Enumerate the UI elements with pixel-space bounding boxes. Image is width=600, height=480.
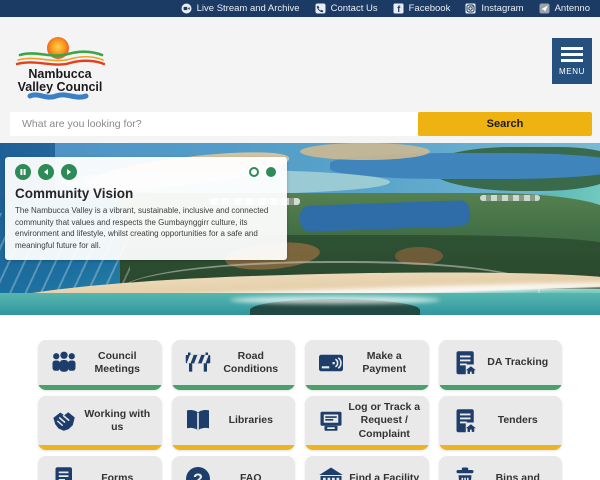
question-icon: [183, 464, 213, 480]
topbar-link[interactable]: Facebook: [393, 3, 451, 14]
quick-link-label: Tenders: [480, 414, 557, 427]
quick-link-tile[interactable]: Road Conditions: [172, 340, 296, 390]
topbar-link[interactable]: Instagram: [465, 3, 523, 14]
barrier-icon: [183, 348, 213, 378]
quick-link-label: DA Tracking: [480, 356, 557, 369]
form-icon: [49, 464, 79, 480]
topbar-link-label: Live Stream and Archive: [197, 3, 300, 14]
quick-link-label: Forms: [79, 472, 156, 480]
previous-slide-button[interactable]: [38, 164, 54, 180]
carousel-controls: [15, 164, 277, 180]
tile-accent-bar: [172, 445, 296, 450]
next-slide-button[interactable]: [61, 164, 77, 180]
book-icon: [183, 406, 213, 436]
tile-accent-bar: [38, 385, 162, 390]
quick-link-label: Bins and: [480, 472, 557, 480]
quick-link-tile[interactable]: Libraries: [172, 396, 296, 450]
logo-text-line2: Valley Council: [18, 80, 103, 94]
nambucca-valley-council-homepage: Live Stream and Archive Contact Us Faceboo…: [0, 0, 600, 480]
hero-overlay-panel: Community Vision The Nambucca Valley is …: [5, 157, 287, 260]
quick-link-label: Council Meetings: [79, 350, 156, 376]
menu-button-label: MENU: [559, 67, 585, 76]
doc-house-icon: [450, 406, 480, 436]
tile-accent-bar: [38, 445, 162, 450]
tile-accent-bar: [172, 385, 296, 390]
quick-link-tile[interactable]: Council Meetings: [38, 340, 162, 390]
quick-link-label: Find a Facility: [346, 472, 423, 480]
card-icon: [316, 348, 346, 378]
doc-house-icon: [450, 348, 480, 378]
carousel-dot-active[interactable]: [266, 167, 276, 177]
quick-link-tile[interactable]: FAQ: [172, 456, 296, 480]
printer-icon: [316, 406, 346, 436]
carousel-dots: [249, 167, 276, 177]
quick-link-tile[interactable]: Bins and: [439, 456, 563, 480]
council-logo[interactable]: Nambucca Valley Council: [8, 35, 112, 101]
tile-accent-bar: [305, 445, 429, 450]
quick-link-label: Libraries: [213, 414, 290, 427]
antenno-icon: [539, 3, 550, 14]
next-icon: [65, 168, 73, 176]
previous-icon: [42, 168, 50, 176]
hamburger-icon: [561, 47, 583, 50]
logo-text-line1: Nambucca: [28, 67, 92, 81]
quick-link-tile[interactable]: Find a Facility: [305, 456, 429, 480]
tile-accent-bar: [439, 445, 563, 450]
people-icon: [49, 348, 79, 378]
building-icon: [316, 464, 346, 480]
quick-link-label: Log or Track a Request / Complaint: [346, 401, 423, 440]
quick-link-tile[interactable]: Working with us: [38, 396, 162, 450]
topbar-link[interactable]: Contact Us: [315, 3, 378, 14]
topbar-link-label: Contact Us: [331, 3, 378, 14]
video-circle-icon: [181, 3, 192, 14]
quick-links-grid: Council Meetings Road Conditions Make a Pa…: [38, 340, 562, 480]
search-input[interactable]: [10, 112, 418, 136]
phone-icon: [315, 3, 326, 14]
instagram-icon: [465, 3, 476, 14]
topbar: Live Stream and Archive Contact Us Faceboo…: [0, 0, 600, 17]
quick-link-label: Road Conditions: [213, 350, 290, 376]
topbar-link-label: Instagram: [481, 3, 523, 14]
quick-link-tile[interactable]: Make a Payment: [305, 340, 429, 390]
topbar-link[interactable]: Live Stream and Archive: [181, 3, 300, 14]
topbar-link[interactable]: Antenno: [539, 3, 590, 14]
quick-link-tile[interactable]: Tenders: [439, 396, 563, 450]
quick-link-label: Working with us: [79, 408, 156, 434]
quick-link-tile[interactable]: Log or Track a Request / Complaint: [305, 396, 429, 450]
bin-icon: [450, 464, 480, 480]
hero-title: Community Vision: [15, 186, 277, 201]
quick-link-tile[interactable]: DA Tracking: [439, 340, 563, 390]
hero-body-text: The Nambucca Valley is a vibrant, sustai…: [15, 205, 277, 251]
topbar-link-label: Antenno: [555, 3, 590, 14]
facebook-icon: [393, 3, 404, 14]
handshake-icon: [49, 406, 79, 436]
quick-link-label: Make a Payment: [346, 350, 423, 376]
tile-accent-bar: [439, 385, 563, 390]
menu-button[interactable]: MENU: [552, 38, 592, 84]
pause-icon: [19, 168, 27, 176]
topbar-link-label: Facebook: [409, 3, 451, 14]
search-button[interactable]: Search: [418, 112, 592, 136]
search-bar: Search: [10, 112, 592, 136]
header: Nambucca Valley Council MENU Search: [0, 17, 600, 143]
tile-accent-bar: [305, 385, 429, 390]
carousel-dot[interactable]: [249, 167, 259, 177]
hero-carousel: Community Vision The Nambucca Valley is …: [0, 143, 600, 315]
quick-link-label: FAQ: [213, 472, 290, 480]
quick-link-tile[interactable]: Forms: [38, 456, 162, 480]
pause-button[interactable]: [15, 164, 31, 180]
